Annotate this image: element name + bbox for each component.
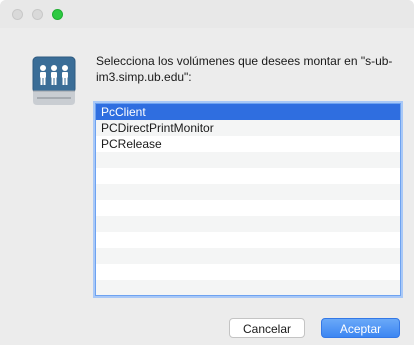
empty-row xyxy=(96,200,400,216)
list-item[interactable]: PCRelease xyxy=(96,136,400,152)
shared-server-drive-icon xyxy=(32,56,76,105)
zoom-window-button[interactable] xyxy=(52,9,63,20)
title-bar xyxy=(0,0,414,28)
empty-row xyxy=(96,168,400,184)
empty-row xyxy=(96,280,400,295)
empty-row xyxy=(96,232,400,248)
cancel-button[interactable]: Cancelar xyxy=(229,318,305,338)
list-item[interactable]: PcClient xyxy=(96,104,400,120)
accept-button[interactable]: Aceptar xyxy=(321,318,400,338)
list-item[interactable]: PCDirectPrintMonitor xyxy=(96,120,400,136)
empty-row xyxy=(96,248,400,264)
volume-list[interactable]: PcClient PCDirectPrintMonitor PCRelease xyxy=(95,103,401,296)
mount-volumes-dialog: Selecciona los volúmenes que desees mont… xyxy=(0,0,414,345)
empty-row xyxy=(96,184,400,200)
close-window-button[interactable] xyxy=(12,9,23,20)
empty-row xyxy=(96,264,400,280)
empty-row xyxy=(96,152,400,168)
dialog-message: Selecciona los volúmenes que desees mont… xyxy=(96,54,393,84)
empty-row xyxy=(96,216,400,232)
minimize-window-button[interactable] xyxy=(32,9,43,20)
